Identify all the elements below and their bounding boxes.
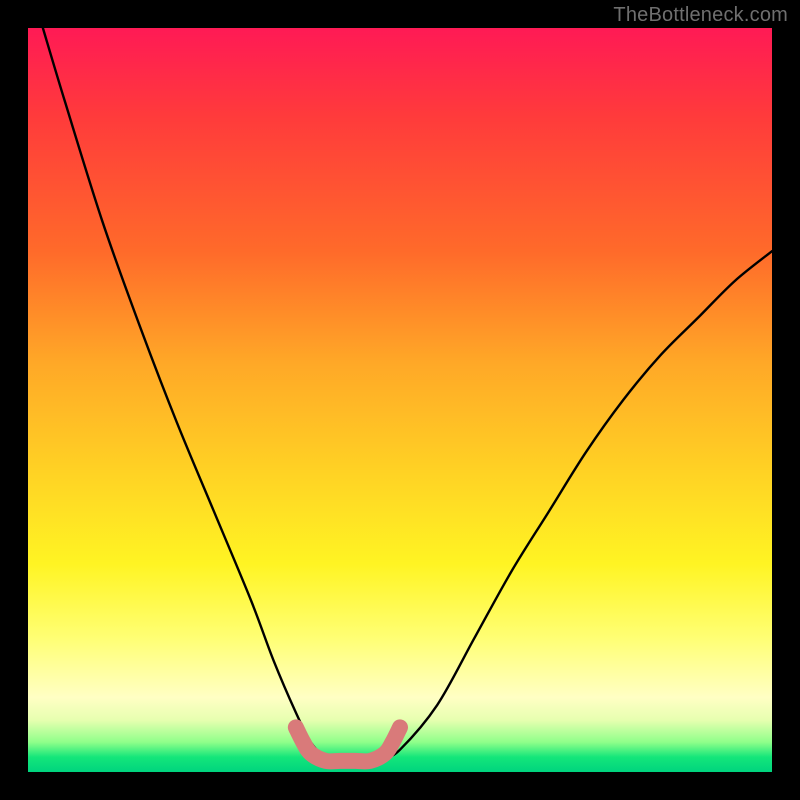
plot-area — [28, 28, 772, 772]
chart-frame: TheBottleneck.com — [0, 0, 800, 800]
watermark-text: TheBottleneck.com — [613, 4, 788, 27]
trough-marker — [296, 727, 400, 761]
bottleneck-curve — [43, 28, 772, 761]
chart-svg — [28, 28, 772, 772]
